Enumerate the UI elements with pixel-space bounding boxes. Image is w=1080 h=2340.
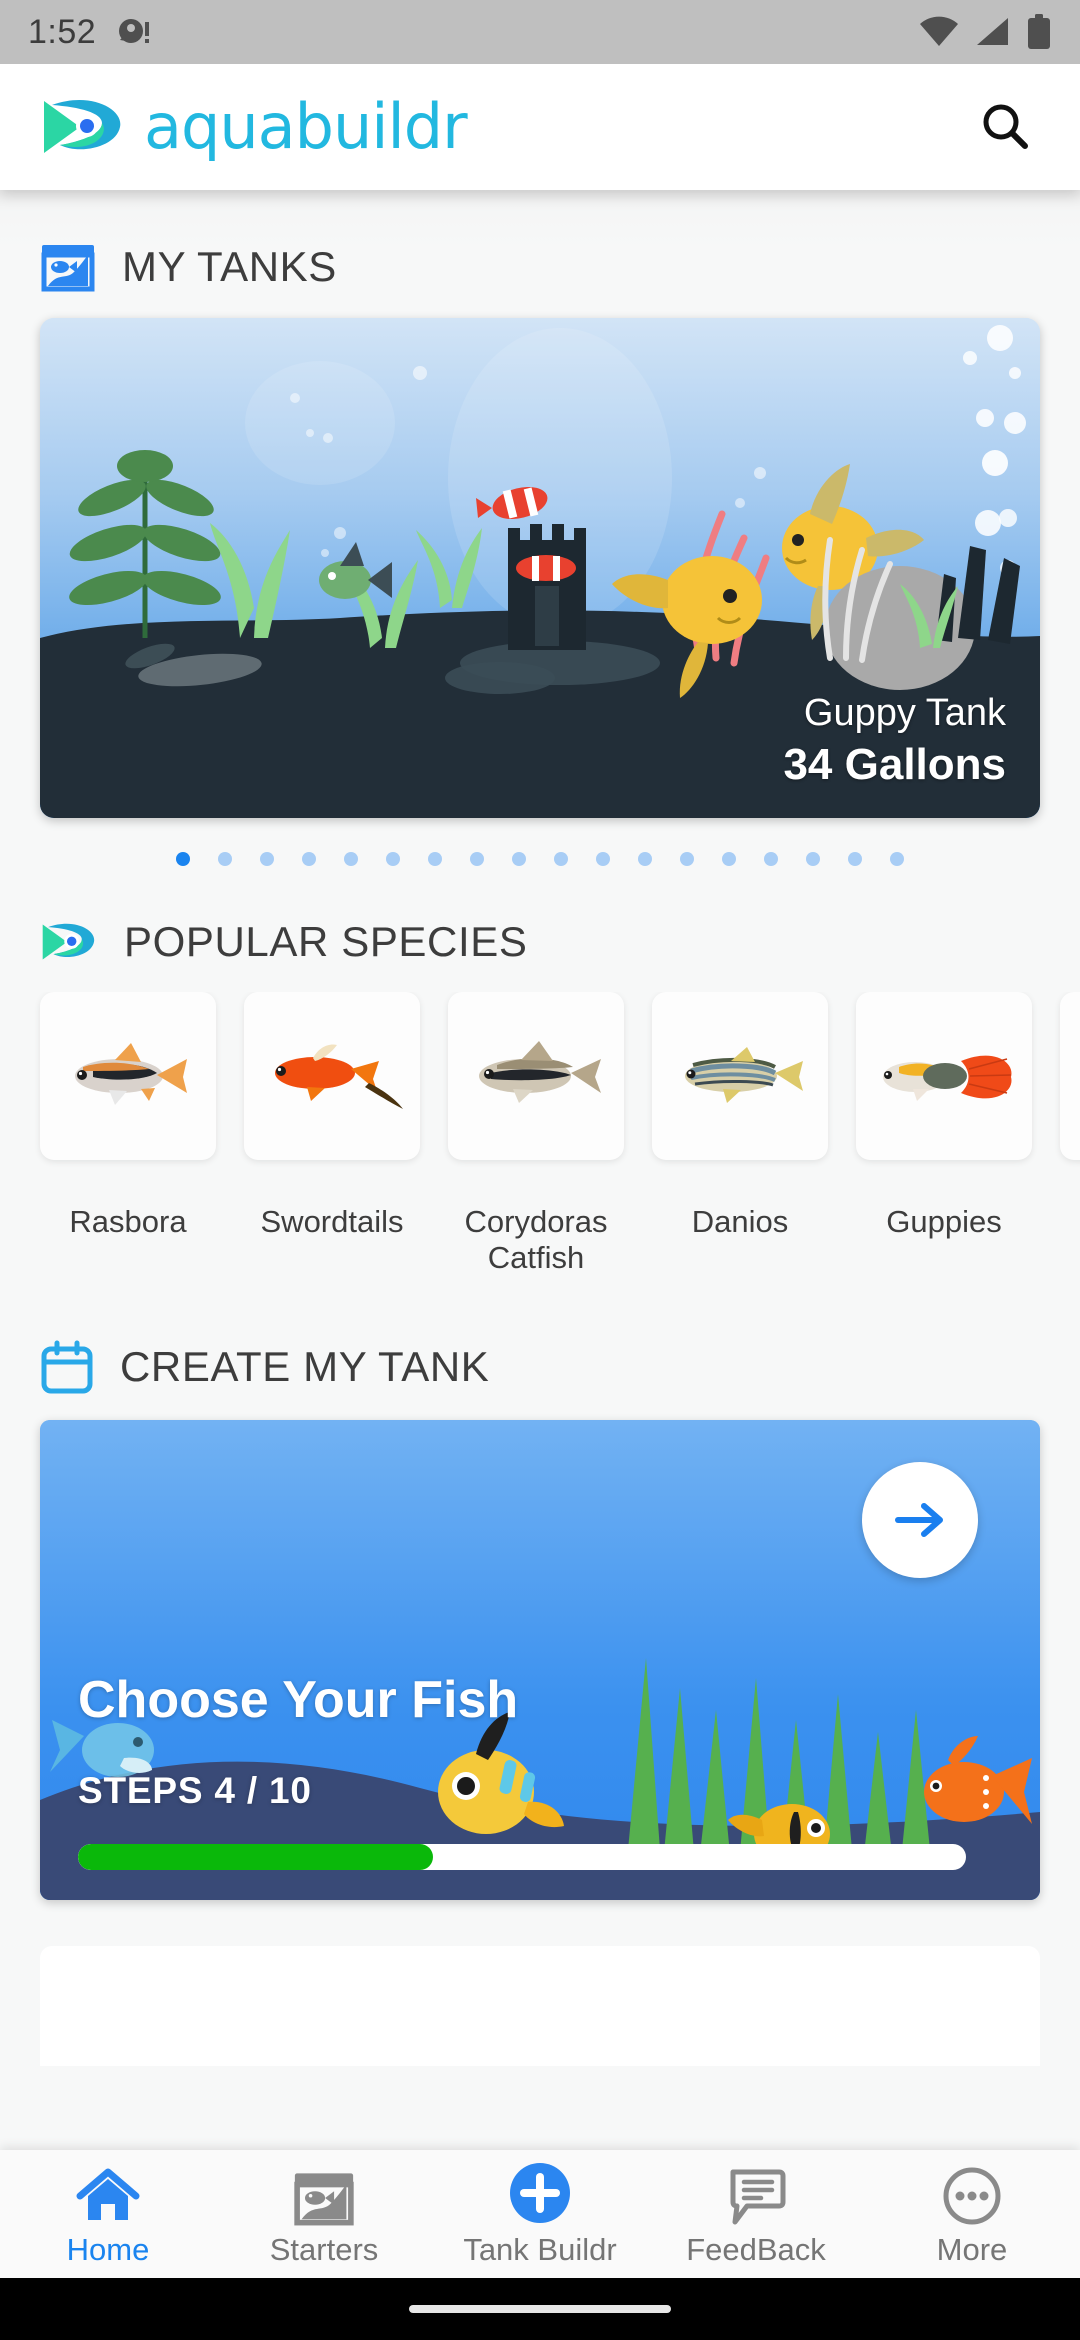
nav-label: Home: [66, 2231, 150, 2267]
brand-logo[interactable]: aquabuildr: [40, 90, 468, 163]
app-screen: 1:52 aquabuildr MY TANKS Guppy Tank 34 G…: [0, 0, 1080, 2340]
status-notification-icons: [112, 12, 152, 52]
carousel-dot[interactable]: [386, 852, 400, 866]
section-header-popular-species: POPULAR SPECIES: [0, 918, 1080, 966]
danio-fish-image: [685, 1047, 803, 1103]
species-card-next[interactable]: [1060, 992, 1080, 1276]
tank-card[interactable]: Guppy Tank 34 Gallons: [40, 318, 1040, 818]
status-bar: 1:52: [0, 0, 1080, 64]
cellular-signal-icon: [977, 18, 1008, 45]
next-card-peek: [40, 1945, 1040, 2066]
progress-fill: [78, 1843, 434, 1870]
section-title-my-tanks: MY TANKS: [122, 243, 337, 290]
nav-item-starters[interactable]: Starters: [216, 2164, 432, 2265]
tank-info: Guppy Tank 34 Gallons: [783, 690, 1006, 793]
nav-label: Tank Buildr: [463, 2231, 617, 2267]
tank-fish-clown-mid: [516, 555, 576, 581]
wifi-icon: [920, 16, 958, 46]
plus-circle-icon: [507, 2162, 573, 2226]
nav-label: More: [936, 2231, 1008, 2267]
species-thumb: [244, 992, 420, 1160]
nav-item-tank-buildr[interactable]: Tank Buildr: [432, 2162, 648, 2267]
system-gesture-bar: [0, 2278, 1080, 2340]
carousel-dot[interactable]: [428, 852, 442, 866]
section-header-create-my-tank: CREATE MY TANK: [0, 1340, 1080, 1394]
calendar-icon: [41, 1340, 93, 1394]
fish-logo-icon: [44, 100, 121, 153]
create-card-steps: STEPS 4 / 10: [78, 1769, 312, 1811]
gesture-pill[interactable]: [409, 2305, 671, 2313]
nav-label: FeedBack: [686, 2231, 826, 2267]
carousel-dot[interactable]: [638, 852, 652, 866]
carousel-dot[interactable]: [218, 852, 232, 866]
species-card-guppies[interactable]: Guppies: [856, 992, 1032, 1276]
section-header-my-tanks: MY TANKS: [0, 242, 1080, 292]
notification-dot-icon: [119, 19, 150, 43]
nav-item-more[interactable]: More: [864, 2164, 1080, 2265]
carousel-dot[interactable]: [260, 852, 274, 866]
aquarium-icon: [292, 2164, 356, 2226]
search-button[interactable]: [970, 92, 1040, 162]
section-title-create-my-tank: CREATE MY TANK: [120, 1342, 490, 1390]
species-label: Swordtails: [260, 1204, 404, 1239]
species-thumb: [40, 992, 216, 1160]
species-list[interactable]: Rasbora Swordtails Corydoras Catfish Dan…: [0, 992, 1080, 1276]
scroll-content[interactable]: MY TANKS Guppy Tank 34 Gallons POPULAR S…: [0, 190, 1080, 2150]
nav-item-feedback[interactable]: FeedBack: [648, 2164, 864, 2265]
status-time: 1:52: [28, 12, 97, 51]
species-label: Corydoras Catfish: [464, 1204, 608, 1275]
tank-name: Guppy Tank: [803, 691, 1006, 734]
species-label: Guppies: [886, 1204, 1002, 1239]
tank-carousel-pagination[interactable]: [0, 852, 1080, 866]
search-icon: [983, 104, 1028, 149]
species-label: Rasbora: [69, 1204, 187, 1239]
tank-volume: 34 Gallons: [783, 740, 1006, 789]
fish-logo-icon: [42, 923, 95, 960]
species-thumb: [856, 992, 1032, 1160]
nav-label: Starters: [269, 2231, 379, 2267]
carousel-dot[interactable]: [722, 852, 736, 866]
next-step-button[interactable]: [862, 1461, 978, 1578]
bottom-navigation[interactable]: Home Starters Tank Buildr FeedBack More: [0, 2150, 1080, 2278]
create-card-title: Choose Your Fish: [78, 1670, 519, 1729]
carousel-dot[interactable]: [596, 852, 610, 866]
battery-icon: [1028, 14, 1050, 49]
species-thumb: [448, 992, 624, 1160]
create-tank-card[interactable]: Choose Your Fish STEPS 4 / 10: [40, 1419, 1040, 1900]
species-card-danios[interactable]: Danios: [652, 992, 828, 1276]
aquarium-icon: [41, 245, 95, 292]
carousel-dot[interactable]: [302, 852, 316, 866]
species-card-corydoras-catfish[interactable]: Corydoras Catfish: [448, 992, 624, 1276]
ellipsis-icon: [941, 2164, 1003, 2226]
tank-castle-decoration: [508, 524, 586, 650]
carousel-dot[interactable]: [806, 852, 820, 866]
species-card-rasbora[interactable]: Rasbora: [40, 992, 216, 1276]
carousel-dot[interactable]: [512, 852, 526, 866]
carousel-dot[interactable]: [848, 852, 862, 866]
carousel-dot[interactable]: [554, 852, 568, 866]
species-label: Danios: [691, 1204, 789, 1239]
app-header: aquabuildr: [0, 64, 1080, 190]
guppy-fish-image: [883, 1055, 1012, 1101]
carousel-dot[interactable]: [680, 852, 694, 866]
section-title-popular-species: POPULAR SPECIES: [124, 918, 528, 965]
carousel-dot[interactable]: [176, 852, 190, 866]
carousel-dot[interactable]: [890, 852, 904, 866]
carousel-dot[interactable]: [764, 852, 778, 866]
species-thumb: [1060, 992, 1080, 1160]
nav-item-home[interactable]: Home: [0, 2164, 216, 2265]
home-icon: [76, 2164, 140, 2226]
carousel-dot[interactable]: [470, 852, 484, 866]
species-card-swordtails[interactable]: Swordtails: [244, 992, 420, 1276]
arrow-right-icon: [895, 1502, 943, 1537]
create-card-progress-bar: [78, 1843, 966, 1870]
carousel-dot[interactable]: [344, 852, 358, 866]
corydoras-catfish-image: [479, 1041, 601, 1103]
species-thumb: [652, 992, 828, 1160]
status-bar-right-icons: [918, 14, 1052, 50]
brand-name: aquabuildr: [144, 90, 468, 163]
rasbora-fish-image: [75, 1043, 187, 1105]
chat-bubble-icon: [725, 2164, 787, 2226]
swordtail-fish-image: [275, 1044, 403, 1109]
